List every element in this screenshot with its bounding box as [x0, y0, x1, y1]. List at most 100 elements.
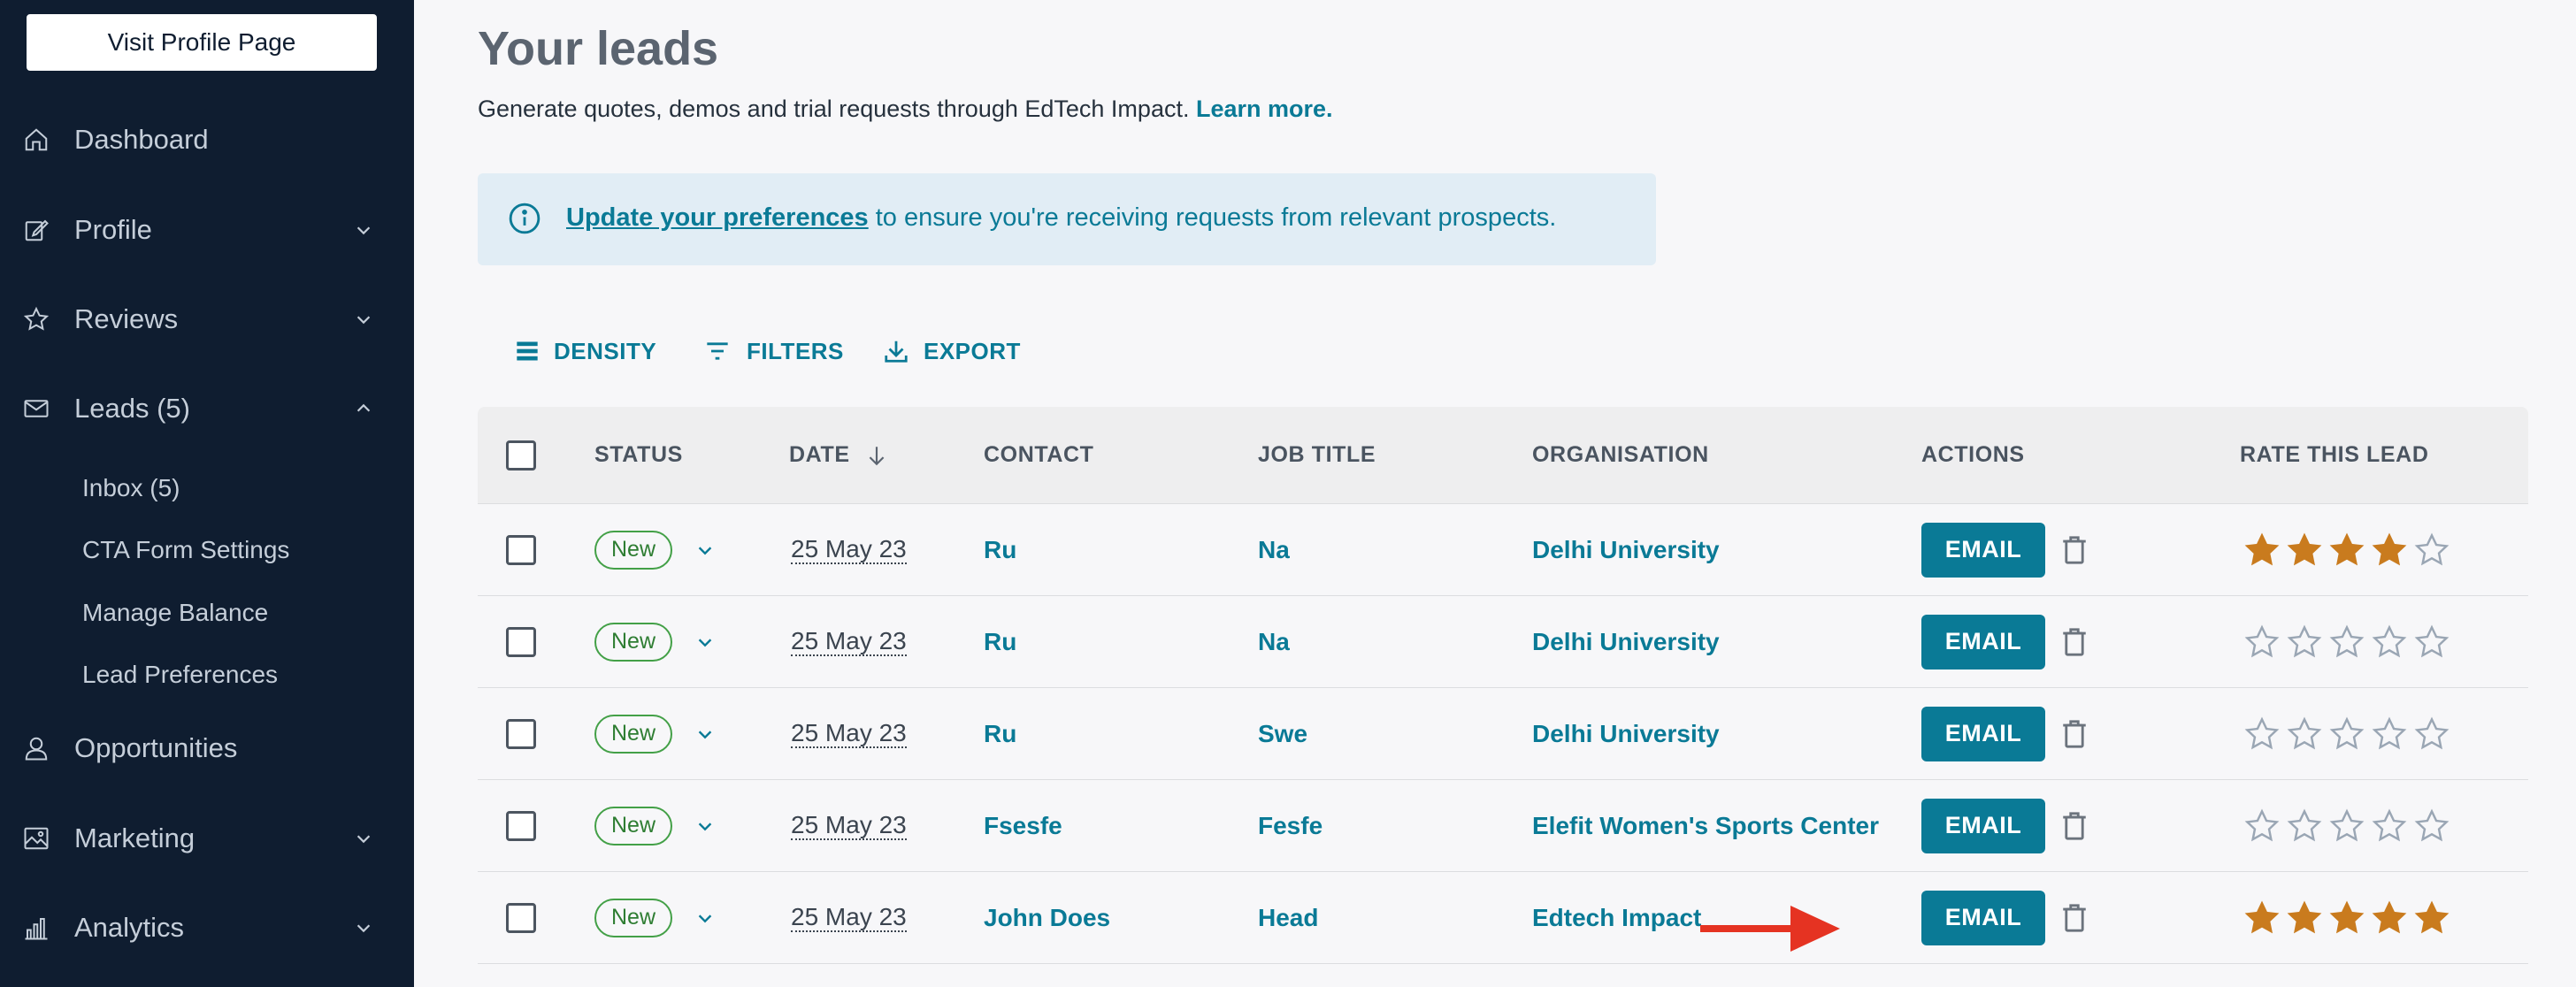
- star-filled-icon[interactable]: [2328, 899, 2365, 937]
- star-filled-icon[interactable]: [2328, 532, 2365, 569]
- trash-icon[interactable]: [2061, 811, 2088, 841]
- sidebar-item-marketing[interactable]: Marketing: [0, 812, 414, 865]
- sidebar-item-leads[interactable]: Leads (5): [0, 382, 414, 435]
- info-icon: [509, 203, 540, 234]
- page-title: Your leads: [478, 22, 719, 75]
- contact-link[interactable]: Ru: [984, 536, 1016, 564]
- page-subtitle: Generate quotes, demos and trial request…: [478, 96, 1333, 123]
- organisation-link[interactable]: Edtech Impact: [1532, 904, 1701, 932]
- column-header-date[interactable]: DATE: [789, 442, 888, 468]
- sidebar-subitem-manage-balance[interactable]: Manage Balance: [82, 593, 268, 632]
- star-empty-icon[interactable]: [2413, 807, 2450, 845]
- sidebar-subitem-cta-form-settings[interactable]: CTA Form Settings: [82, 531, 289, 570]
- email-button[interactable]: EMAIL: [1921, 706, 2045, 761]
- filters-button[interactable]: FILTERS: [702, 334, 844, 368]
- star-empty-icon[interactable]: [2243, 807, 2281, 845]
- star-empty-icon[interactable]: [2371, 624, 2408, 661]
- star-empty-icon[interactable]: [2243, 715, 2281, 753]
- sidebar-item-reviews[interactable]: Reviews: [0, 293, 414, 346]
- star-empty-icon[interactable]: [2413, 624, 2450, 661]
- job-title-link[interactable]: Na: [1258, 628, 1290, 656]
- sidebar-item-dashboard[interactable]: Dashboard: [0, 113, 414, 166]
- status-badge[interactable]: New: [594, 806, 672, 845]
- organisation-link[interactable]: Delhi University: [1532, 628, 1720, 656]
- visit-profile-button[interactable]: Visit Profile Page: [25, 12, 379, 73]
- lead-rating: [2243, 532, 2450, 569]
- star-empty-icon[interactable]: [2328, 807, 2365, 845]
- job-title-link[interactable]: Na: [1258, 536, 1290, 564]
- contact-link[interactable]: John Does: [984, 904, 1110, 932]
- row-checkbox[interactable]: [506, 811, 536, 841]
- star-filled-icon[interactable]: [2286, 532, 2323, 569]
- trash-icon[interactable]: [2061, 627, 2088, 657]
- sidebar-item-label: Dashboard: [74, 124, 209, 155]
- chevron-down-icon[interactable]: [695, 724, 715, 744]
- star-filled-icon[interactable]: [2243, 899, 2281, 937]
- column-header-rate: RATE THIS LEAD: [2240, 442, 2429, 467]
- trash-icon[interactable]: [2061, 719, 2088, 749]
- learn-more-link[interactable]: Learn more.: [1196, 96, 1333, 122]
- email-button[interactable]: EMAIL: [1921, 614, 2045, 669]
- trash-icon[interactable]: [2061, 535, 2088, 565]
- info-banner-message: to ensure you're receiving requests from…: [868, 203, 1557, 232]
- lead-rating: [2243, 807, 2450, 845]
- sidebar-subitem-inbox[interactable]: Inbox (5): [82, 469, 180, 508]
- column-header-contact[interactable]: CONTACT: [984, 442, 1094, 468]
- update-preferences-link[interactable]: Update your preferences: [566, 203, 869, 232]
- contact-link[interactable]: Ru: [984, 720, 1016, 748]
- star-filled-icon[interactable]: [2413, 899, 2450, 937]
- row-checkbox[interactable]: [506, 903, 536, 933]
- chevron-down-icon[interactable]: [695, 908, 715, 928]
- chevron-down-icon: [356, 924, 371, 933]
- table-row: New 25 May 23 John Does Head Edtech Impa…: [478, 872, 2528, 964]
- sidebar-item-analytics[interactable]: Analytics: [0, 901, 414, 954]
- star-empty-icon[interactable]: [2371, 807, 2408, 845]
- star-empty-icon[interactable]: [2413, 715, 2450, 753]
- density-button[interactable]: DENSITY: [515, 334, 656, 368]
- trash-icon[interactable]: [2061, 903, 2088, 933]
- chevron-down-icon[interactable]: [695, 540, 715, 560]
- status-badge[interactable]: New: [594, 530, 672, 570]
- row-checkbox[interactable]: [506, 719, 536, 749]
- star-empty-icon[interactable]: [2286, 624, 2323, 661]
- status-badge[interactable]: New: [594, 622, 672, 662]
- email-button[interactable]: EMAIL: [1921, 798, 2045, 853]
- star-filled-icon[interactable]: [2371, 899, 2408, 937]
- status-badge[interactable]: New: [594, 714, 672, 754]
- row-checkbox[interactable]: [506, 535, 536, 565]
- contact-link[interactable]: Fsesfe: [984, 812, 1062, 840]
- star-empty-icon[interactable]: [2413, 532, 2450, 569]
- status-badge[interactable]: New: [594, 898, 672, 937]
- sidebar-item-label: Reviews: [74, 303, 179, 334]
- column-header-status[interactable]: STATUS: [594, 442, 683, 468]
- email-button[interactable]: EMAIL: [1921, 890, 2045, 945]
- sidebar-item-profile[interactable]: Profile: [0, 203, 414, 256]
- chevron-down-icon[interactable]: [695, 632, 715, 652]
- job-title-link[interactable]: Head: [1258, 904, 1318, 932]
- contact-link[interactable]: Ru: [984, 628, 1016, 656]
- star-empty-icon[interactable]: [2328, 624, 2365, 661]
- email-button[interactable]: EMAIL: [1921, 522, 2045, 578]
- column-header-organisation[interactable]: ORGANISATION: [1532, 442, 1709, 468]
- star-empty-icon[interactable]: [2243, 624, 2281, 661]
- sidebar-item-opportunities[interactable]: Opportunities: [0, 722, 414, 775]
- select-all-checkbox[interactable]: [506, 440, 536, 471]
- star-empty-icon[interactable]: [2286, 807, 2323, 845]
- organisation-link[interactable]: Delhi University: [1532, 536, 1720, 564]
- star-filled-icon[interactable]: [2371, 532, 2408, 569]
- star-empty-icon[interactable]: [2328, 715, 2365, 753]
- organisation-link[interactable]: Elefit Women's Sports Center: [1532, 812, 1879, 840]
- row-checkbox[interactable]: [506, 627, 536, 657]
- export-button[interactable]: EXPORT: [883, 334, 1021, 368]
- column-header-job-title[interactable]: JOB TITLE: [1258, 442, 1376, 468]
- job-title-link[interactable]: Swe: [1258, 720, 1307, 748]
- star-filled-icon[interactable]: [2243, 532, 2281, 569]
- table-row: New 25 May 23 Fsesfe Fesfe Elefit Women'…: [478, 780, 2528, 872]
- star-empty-icon[interactable]: [2286, 715, 2323, 753]
- job-title-link[interactable]: Fesfe: [1258, 812, 1322, 840]
- sidebar-subitem-lead-preferences[interactable]: Lead Preferences: [82, 655, 278, 694]
- organisation-link[interactable]: Delhi University: [1532, 720, 1720, 748]
- star-filled-icon[interactable]: [2286, 899, 2323, 937]
- chevron-down-icon[interactable]: [695, 816, 715, 836]
- star-empty-icon[interactable]: [2371, 715, 2408, 753]
